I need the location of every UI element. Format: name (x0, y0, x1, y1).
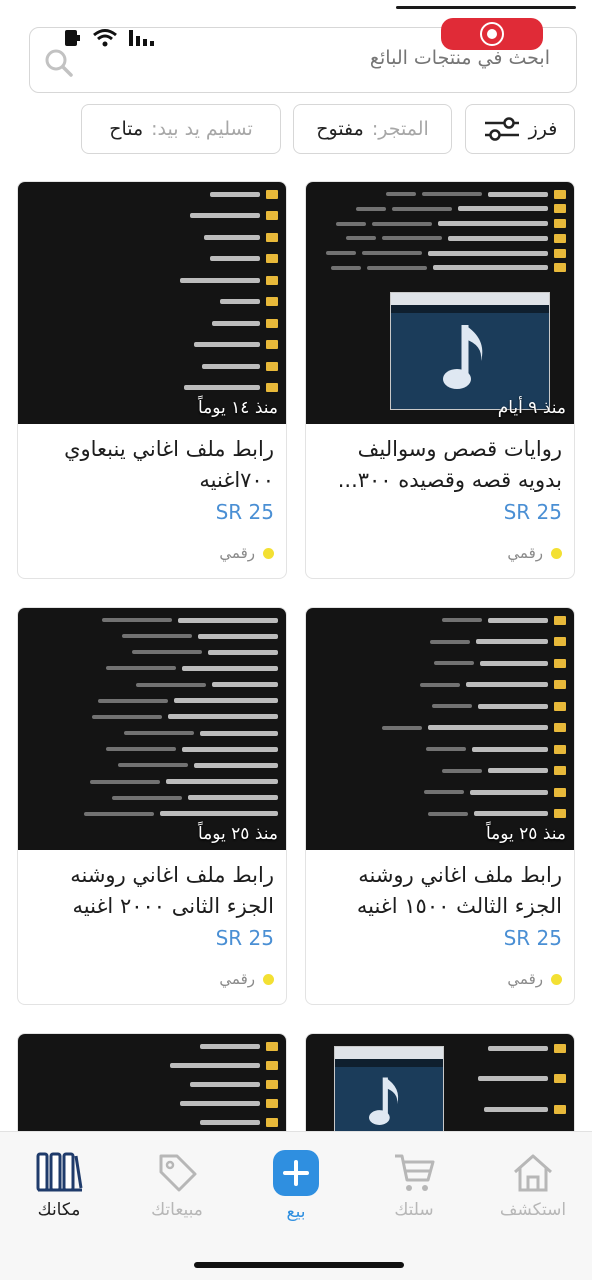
listing-age: منذ ٩ أيام (497, 398, 566, 418)
product-title[interactable]: رابط ملف اغاني روشنه الجزء الثالث ١٥٠٠ ا… (316, 860, 562, 922)
tag-icon (159, 1154, 197, 1192)
product-thumbnail: منذ ١٤ يوماً (18, 182, 286, 424)
sort-button[interactable]: فرز (465, 104, 575, 154)
search-input[interactable] (110, 47, 550, 69)
nav-cart-label: سلتك (394, 1200, 434, 1220)
nav-shelf-label: مكانك (37, 1200, 81, 1220)
record-icon (480, 22, 504, 46)
product-card[interactable]: منذ ٢٥ يوماً رابط ملف اغاني روشنه الجزء … (17, 607, 287, 1005)
digital-dot-icon (263, 547, 274, 559)
digital-dot-icon (551, 973, 562, 985)
delivery-value: متاح (109, 118, 144, 140)
plus-icon (273, 1150, 319, 1196)
product-price: 25 SR (503, 500, 562, 524)
music-note-icon (443, 324, 483, 389)
media-player-window (390, 292, 550, 410)
product-type-label: رقمي (219, 544, 255, 562)
listing-age: منذ ٢٥ يوماً (485, 824, 566, 844)
product-card[interactable]: منذ ٢٥ يوماً رابط ملف اغاني روشنه الجزء … (305, 607, 575, 1005)
nav-sell[interactable]: بيع (241, 1150, 351, 1222)
product-thumbnail: منذ ٢٥ يوماً (306, 608, 574, 850)
store-status-filter[interactable]: المتجر: مفتوح (293, 104, 452, 154)
digital-dot-icon (263, 973, 274, 985)
product-price: 25 SR (215, 926, 274, 950)
nav-explore-label: استكشف (499, 1200, 567, 1220)
delivery-filter[interactable]: تسليم يد بيد: متاح (81, 104, 281, 154)
product-type: رقمي (507, 970, 562, 988)
nav-explore[interactable]: استكشف (478, 1150, 588, 1220)
product-type: رقمي (219, 970, 274, 988)
digital-dot-icon (551, 547, 562, 559)
product-thumbnail: منذ ٩ أيام (306, 182, 574, 424)
sort-label: فرز (528, 118, 558, 140)
product-type-label: رقمي (507, 970, 543, 988)
product-thumbnail: منذ ٢٥ يوماً (18, 608, 286, 850)
top-edge-line (396, 6, 576, 9)
nav-sell-label: بيع (286, 1202, 306, 1222)
nav-sales[interactable]: مبيعاتك (122, 1150, 232, 1220)
cart-icon (395, 1154, 435, 1191)
product-price: 25 SR (503, 926, 562, 950)
product-title[interactable]: رابط ملف اغاني ينبعاوي ٧٠٠اغنيه (28, 434, 274, 496)
listing-age: منذ ٢٥ يوماً (197, 824, 278, 844)
nav-sales-label: مبيعاتك (151, 1200, 203, 1220)
product-type: رقمي (219, 544, 274, 562)
screen-record-indicator[interactable] (441, 18, 543, 50)
nav-shelf[interactable]: مكانك (4, 1150, 114, 1220)
sliders-icon (484, 117, 519, 141)
store-status-value: مفتوح (316, 118, 364, 140)
product-card[interactable]: منذ ١٤ يوماً رابط ملف اغاني ينبعاوي ٧٠٠ا… (17, 181, 287, 579)
nav-cart[interactable]: سلتك (359, 1150, 469, 1220)
music-note-icon (369, 1077, 399, 1125)
product-type: رقمي (507, 544, 562, 562)
product-title[interactable]: رابط ملف اغاني روشنه الجزء الثانى ٢٠٠٠ ا… (28, 860, 274, 922)
product-type-label: رقمي (507, 544, 543, 562)
bottom-navigation: استكشف سلتك بيع مبيعاتك مكانك (0, 1131, 592, 1280)
books-icon (36, 1152, 83, 1192)
store-status-key: المتجر: (371, 118, 429, 140)
product-type-label: رقمي (219, 970, 255, 988)
product-price: 25 SR (215, 500, 274, 524)
home-indicator[interactable] (194, 1262, 404, 1268)
search-icon[interactable] (44, 48, 74, 78)
wifi-icon (93, 29, 117, 47)
product-card[interactable]: منذ ٩ أيام روايات قصص وسواليف بدويه قصه … (305, 181, 575, 579)
listing-age: منذ ١٤ يوماً (197, 398, 278, 418)
signal-icon (129, 30, 154, 46)
battery-icon (65, 30, 80, 46)
delivery-key: تسليم يد بيد: (151, 118, 253, 140)
product-title[interactable]: روايات قصص وسواليف بدويه قصه وقصيده ٣٠٠.… (316, 434, 562, 496)
status-bar (62, 26, 158, 50)
home-icon (514, 1154, 552, 1192)
